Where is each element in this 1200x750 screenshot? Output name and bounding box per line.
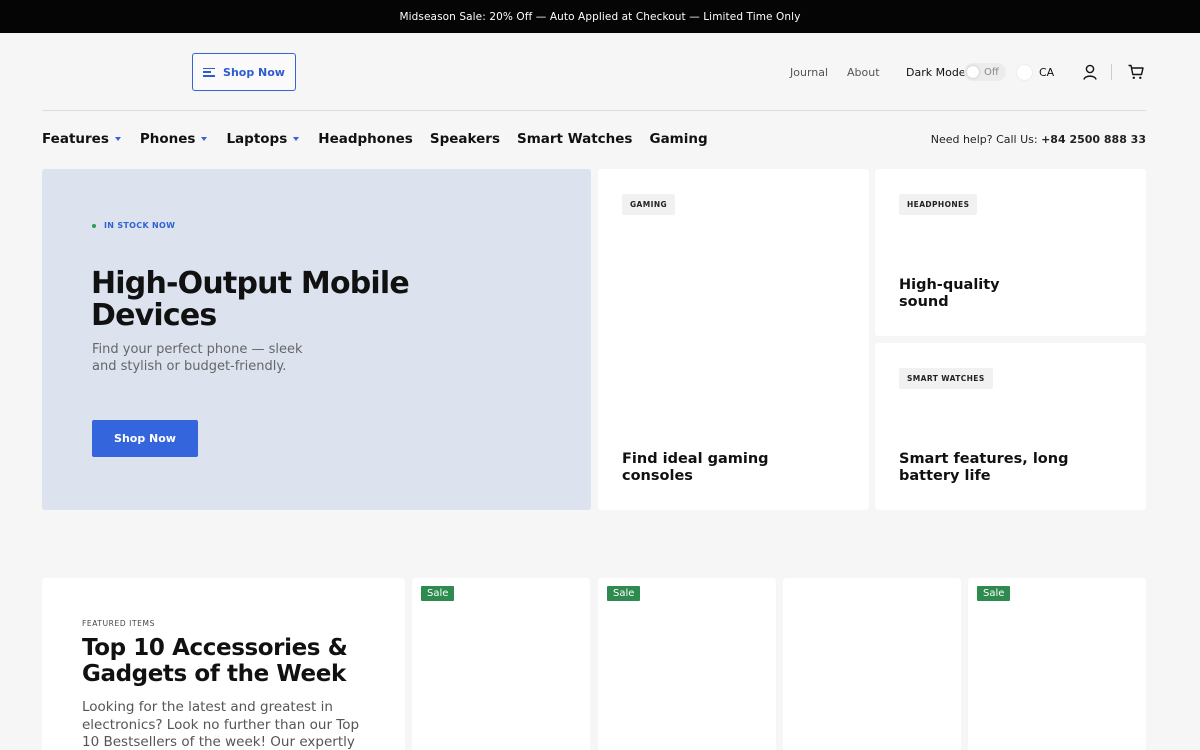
sale-badge: Sale [977,586,1011,601]
category-tag: GAMING [622,194,676,215]
product-card[interactable]: Sale [598,578,776,750]
cart-icon[interactable] [1128,64,1144,80]
in-stock-badge: IN STOCK NOW [92,221,175,230]
product-card[interactable]: Sale [412,578,590,750]
about-link[interactable]: About [847,66,880,79]
nav-item-gaming[interactable]: Gaming [649,131,707,147]
shop-now-label: Shop Now [223,65,285,79]
category-tag: SMART WATCHES [899,368,993,389]
nav-item-laptops[interactable]: Laptops [226,131,300,147]
sale-badge: Sale [421,586,455,601]
nav-item-features[interactable]: Features [42,131,121,147]
journal-link[interactable]: Journal [790,66,828,79]
card-title: High-quality sound [899,277,1000,310]
hero-shop-now-button[interactable]: Shop Now [92,420,198,457]
smart-watches-card[interactable]: SMART WATCHES Smart features, long batte… [875,343,1146,510]
chevron-down-icon [201,137,208,141]
site-header: Shop Now Journal About Dark Mode Off CA [42,33,1146,111]
shop-now-menu-button[interactable]: Shop Now [192,53,296,91]
hero-banner: IN STOCK NOW High-Output Mobile Devices … [42,169,591,510]
announcement-text: Midseason Sale: 20% Off — Auto Applied a… [399,10,801,23]
nav-item-phones[interactable]: Phones [140,131,208,147]
hero-title: High-Output Mobile Devices [91,266,410,333]
category-tag: HEADPHONES [899,194,978,215]
nav-item-headphones[interactable]: Headphones [318,131,413,147]
menu-icon [203,67,216,77]
main-nav: Features Phones Laptops Headphones Speak… [42,130,725,148]
nav-item-smart-watches[interactable]: Smart Watches [517,131,633,147]
chevron-down-icon [293,137,300,141]
announcement-bar: Midseason Sale: 20% Off — Auto Applied a… [0,0,1200,33]
headphones-card[interactable]: HEADPHONES High-quality sound [875,169,1146,336]
region-flag-icon[interactable] [1016,64,1033,81]
help-text: Need help? Call Us: [930,133,1038,146]
toggle-knob [967,66,979,78]
featured-title: Top 10 Accessories & Gadgets of the Week [82,635,348,687]
product-card[interactable]: Sale [968,578,1146,750]
header-divider [1111,64,1112,80]
chevron-down-icon [114,137,121,141]
dark-mode-label: Dark Mode [906,66,966,79]
gaming-card[interactable]: GAMING Find ideal gaming consoles [598,169,869,510]
card-title: Smart features, long battery life [899,451,1069,484]
card-title: Find ideal gaming consoles [622,451,769,484]
hero-subtitle: Find your perfect phone — sleek and styl… [92,342,303,374]
toggle-state: Off [984,66,999,78]
status-dot-icon [92,223,96,228]
nav-item-speakers[interactable]: Speakers [430,131,500,147]
help-phone[interactable]: +84 2500 888 33 [1041,133,1146,146]
featured-description: Looking for the latest and greatest in e… [82,699,360,750]
region-selector[interactable]: CA [1039,66,1054,79]
product-card[interactable] [783,578,961,750]
dark-mode-toggle[interactable]: Off [964,63,1006,81]
user-icon[interactable] [1083,64,1097,80]
featured-label: FEATURED ITEMS [82,619,155,628]
help-contact: Need help? Call Us: +84 2500 888 33 [931,133,1146,146]
sale-badge: Sale [607,586,641,601]
featured-items-panel: FEATURED ITEMS Top 10 Accessories & Gadg… [42,578,405,750]
